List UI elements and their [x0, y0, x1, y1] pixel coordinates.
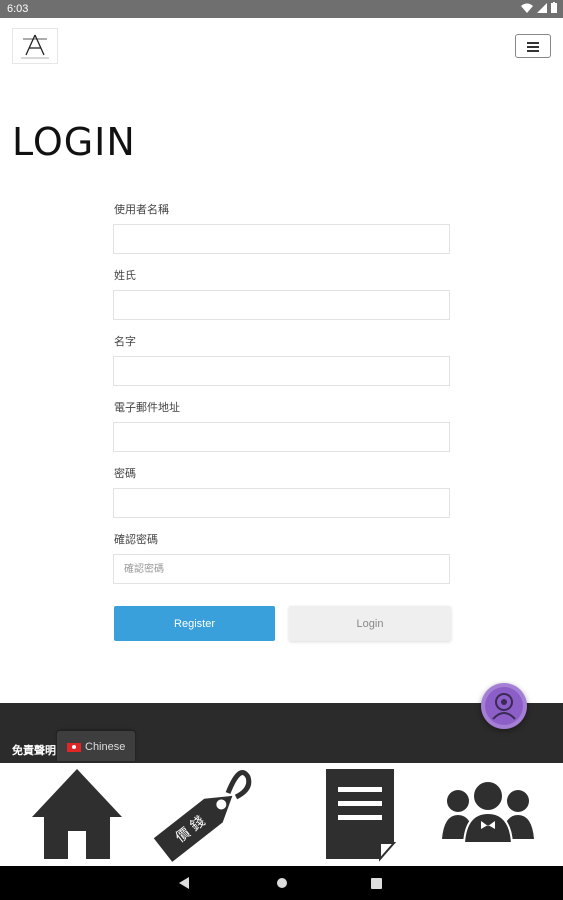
system-nav-bar: [0, 866, 563, 900]
home-circle-icon[interactable]: [276, 877, 288, 889]
nav-home[interactable]: [24, 763, 130, 866]
battery-icon: [551, 2, 557, 13]
language-selector[interactable]: Chinese: [57, 731, 135, 761]
logo[interactable]: [12, 28, 58, 64]
disclaimer-link[interactable]: 免責聲明: [12, 742, 56, 758]
bottom-nav: 價 錢: [0, 763, 563, 866]
last-name-label: 姓氏: [114, 270, 136, 282]
status-bar: 6:03: [0, 0, 563, 18]
page-title: LOGIN: [12, 120, 136, 164]
username-field[interactable]: [113, 224, 450, 254]
first-name-field[interactable]: [113, 356, 450, 386]
last-name-field[interactable]: [113, 290, 450, 320]
status-time: 6:03: [7, 3, 29, 15]
email-label: 電子郵件地址: [114, 402, 180, 414]
chat-avatar-icon: [485, 687, 523, 725]
language-label: Chinese: [85, 741, 126, 753]
hamburger-icon: [527, 46, 539, 48]
login-button[interactable]: Login: [289, 606, 451, 641]
chat-button[interactable]: [481, 683, 527, 729]
site-header: [0, 18, 563, 76]
home-icon: [32, 769, 122, 859]
confirm-password-label: 確認密碼: [114, 534, 158, 546]
signal-icon: [537, 2, 547, 13]
status-icons: [521, 2, 557, 13]
password-label: 密碼: [114, 468, 136, 480]
register-button[interactable]: Register: [114, 606, 275, 641]
email-field[interactable]: [113, 422, 450, 452]
hong-kong-flag-icon: [67, 743, 81, 752]
username-label: 使用者名稱: [114, 204, 169, 216]
nav-document[interactable]: [318, 763, 404, 866]
hamburger-icon: [527, 50, 539, 52]
nav-people[interactable]: [438, 763, 538, 866]
price-tag-icon: 價 錢: [153, 770, 252, 862]
document-icon: [326, 769, 397, 862]
first-name-label: 名字: [114, 336, 136, 348]
menu-button[interactable]: [515, 34, 551, 58]
wifi-icon: [521, 3, 533, 13]
password-field[interactable]: [113, 488, 450, 518]
people-icon: [442, 780, 534, 844]
nav-price[interactable]: 價 錢: [148, 763, 260, 866]
back-icon[interactable]: [178, 877, 190, 889]
recents-icon[interactable]: [371, 878, 382, 889]
confirm-password-field[interactable]: [113, 554, 450, 584]
hamburger-icon: [527, 42, 539, 44]
